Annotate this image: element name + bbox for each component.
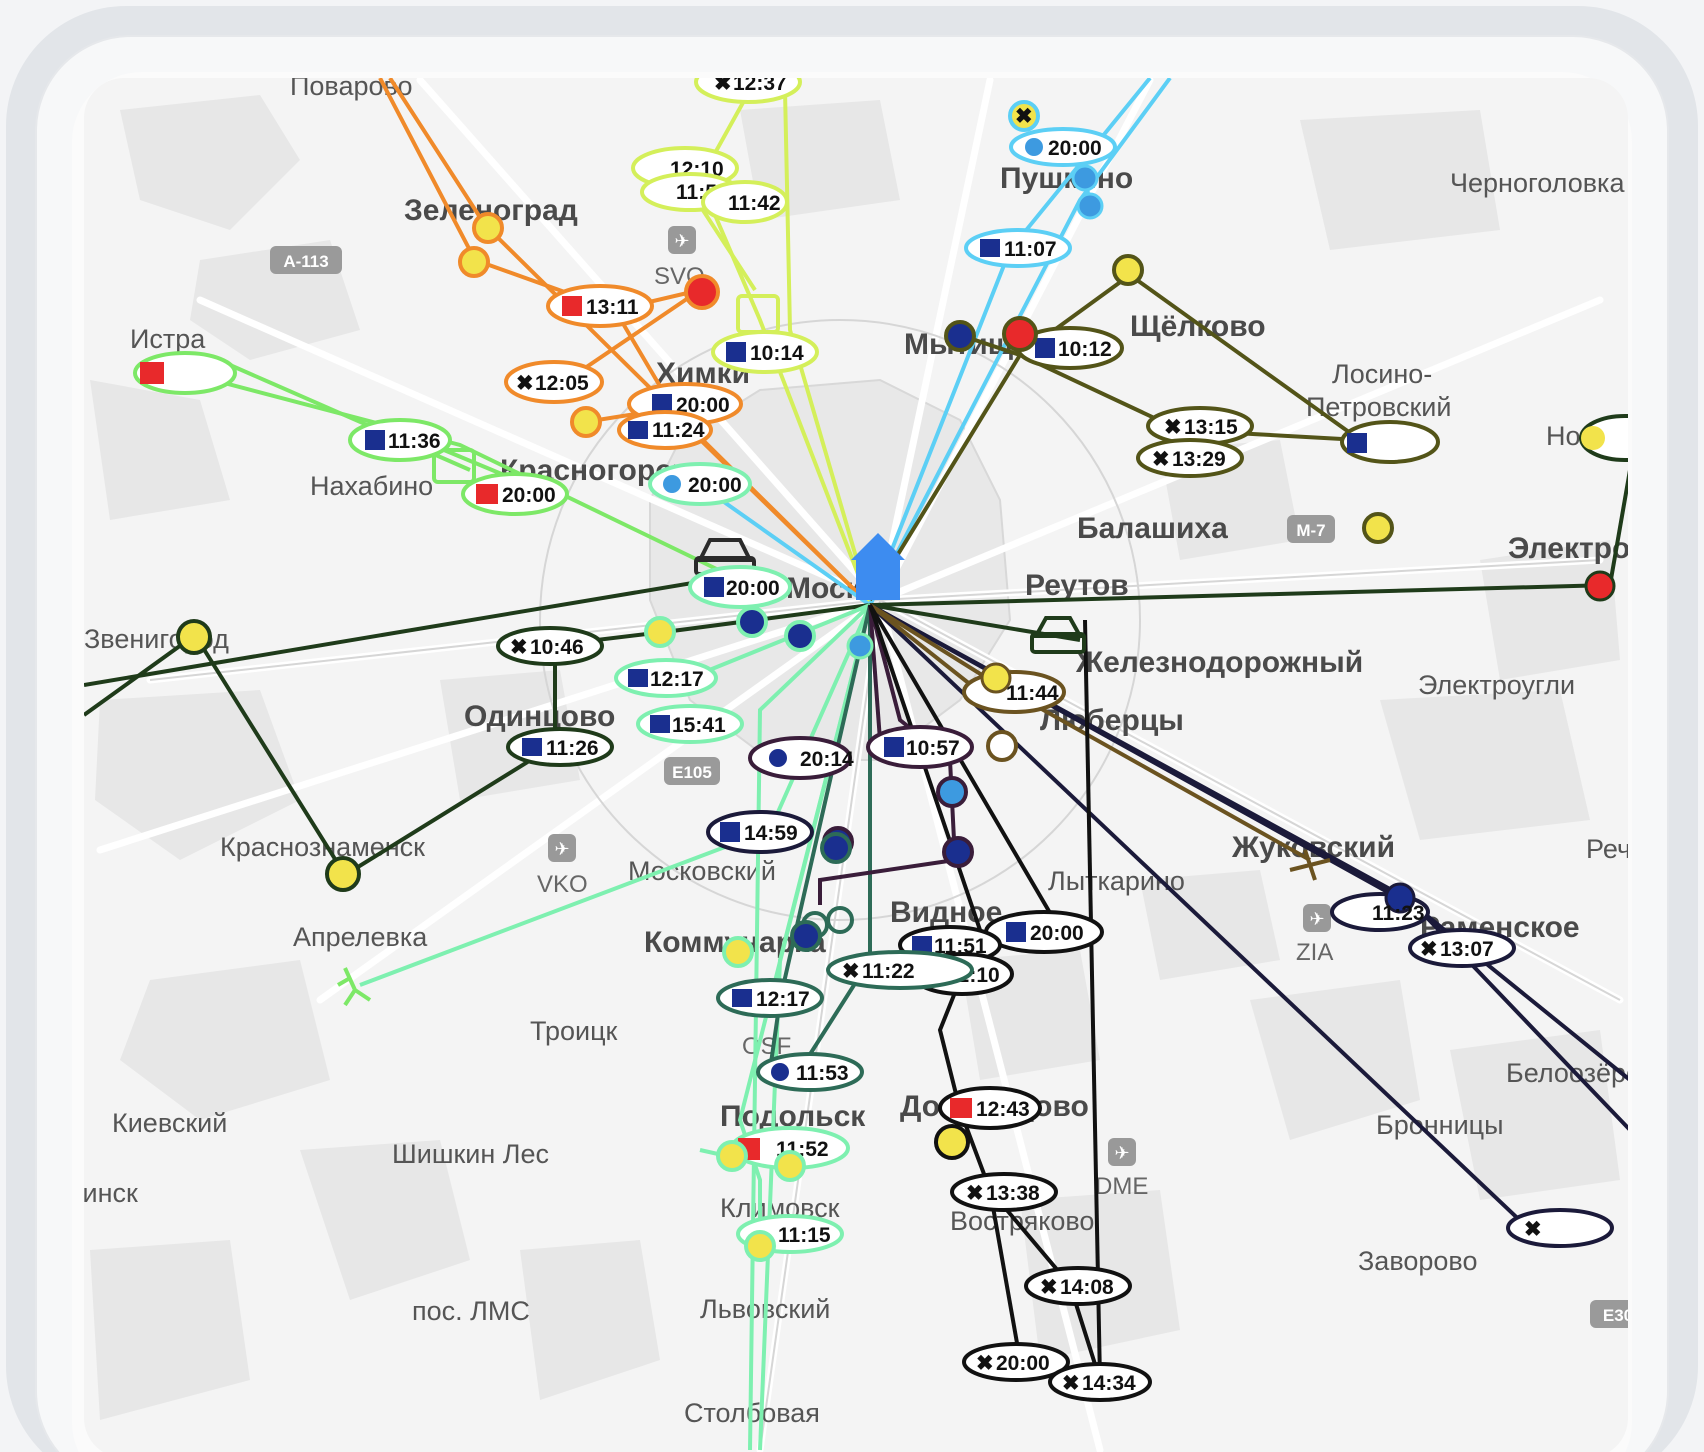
svg-text:✖: ✖ — [1420, 938, 1438, 961]
svg-text:А-113: А-113 — [283, 252, 328, 271]
svg-text:E30: E30 — [1603, 1306, 1633, 1325]
svg-text:Московский: Московский — [628, 856, 776, 886]
svg-text:✖: ✖ — [714, 72, 732, 95]
svg-text:11:42: 11:42 — [728, 192, 781, 215]
svg-text:✖: ✖ — [1015, 105, 1033, 128]
svg-text:11:22: 11:22 — [862, 960, 915, 983]
svg-text:Видное: Видное — [890, 896, 1002, 929]
svg-text:10:12: 10:12 — [1058, 338, 1112, 361]
svg-text:VKO: VKO — [537, 871, 588, 898]
svg-text:Речицы: Речицы — [1586, 834, 1681, 864]
svg-text:Нахабино: Нахабино — [310, 471, 433, 501]
svg-text:13:15: 13:15 — [1184, 416, 1238, 439]
svg-text:11:23: 11:23 — [1372, 902, 1425, 925]
svg-text:20:00: 20:00 — [502, 484, 556, 507]
svg-text:Истра: Истра — [130, 324, 206, 354]
svg-text:Электросталь: Электросталь — [1508, 532, 1704, 565]
svg-text:✈: ✈ — [1309, 909, 1324, 929]
svg-text:✖: ✖ — [1152, 448, 1170, 471]
svg-text:Электроугли: Электроугли — [1418, 670, 1575, 700]
svg-text:Белоозёрский: Белоозёрский — [1506, 1058, 1682, 1088]
svg-text:Шишкин Лес: Шишкин Лес — [392, 1139, 549, 1169]
svg-text:✈: ✈ — [1114, 1143, 1129, 1163]
svg-text:11:15: 11:15 — [778, 1224, 831, 1247]
svg-text:пос. ЛМС: пос. ЛМС — [412, 1296, 530, 1326]
svg-text:11:44: 11:44 — [1006, 682, 1059, 705]
svg-text:20:14: 20:14 — [800, 748, 854, 771]
svg-text:11:53: 11:53 — [796, 1062, 849, 1085]
route-map[interactable]: А-113 М-7 E105 E30 ✈ SVO ✈ VKO ✈ ZIA ✈ D… — [0, 0, 1704, 1452]
svg-text:✈: ✈ — [674, 231, 689, 251]
svg-text:Балашиха: Балашиха — [1077, 512, 1228, 545]
svg-text:20:00: 20:00 — [726, 577, 780, 600]
svg-text:20:00: 20:00 — [1048, 137, 1102, 160]
svg-text:10:46: 10:46 — [530, 636, 584, 659]
svg-text:Черноголовка: Черноголовка — [1450, 168, 1625, 198]
svg-text:✖: ✖ — [976, 1352, 994, 1375]
svg-text:✈: ✈ — [554, 839, 569, 859]
svg-text:13:38: 13:38 — [986, 1182, 1040, 1205]
svg-text:15:41: 15:41 — [672, 714, 726, 737]
svg-text:✖: ✖ — [1040, 1276, 1058, 1299]
svg-text:12:17: 12:17 — [650, 668, 704, 691]
svg-text:10:14: 10:14 — [750, 342, 804, 365]
svg-text:14:08: 14:08 — [1060, 1276, 1114, 1299]
svg-text:20:00: 20:00 — [1030, 922, 1084, 945]
svg-text:13:29: 13:29 — [1172, 448, 1226, 471]
svg-text:Троицк: Троицк — [530, 1016, 618, 1046]
svg-text:12:17: 12:17 — [756, 988, 810, 1011]
road-shield-a113: А-113 — [270, 246, 342, 274]
svg-text:Щёлково: Щёлково — [1130, 310, 1266, 343]
svg-text:E105: E105 — [672, 763, 712, 782]
svg-text:12:43: 12:43 — [976, 1098, 1030, 1121]
svg-text:Бронницы: Бронницы — [1376, 1110, 1504, 1140]
svg-text:ZIA: ZIA — [1296, 939, 1333, 966]
svg-text:11:26: 11:26 — [546, 737, 599, 760]
svg-text:Минск: Минск — [60, 1178, 138, 1208]
svg-text:11:07: 11:07 — [1004, 238, 1057, 261]
svg-text:✖: ✖ — [1062, 1372, 1080, 1395]
svg-text:Лосино-: Лосино- — [1332, 359, 1432, 389]
road-shield-m7: М-7 — [1287, 515, 1335, 543]
svg-text:11:24: 11:24 — [652, 419, 705, 442]
svg-text:Заворово: Заворово — [1358, 1246, 1477, 1276]
svg-text:✖: ✖ — [516, 372, 534, 395]
svg-text:✖: ✖ — [510, 636, 528, 659]
svg-text:Апрелевка: Апрелевка — [293, 922, 428, 952]
road-shield-e30: E30 — [1590, 1300, 1633, 1328]
svg-text:Одинцово: Одинцово — [464, 700, 615, 733]
svg-text:Лыткарино: Лыткарино — [1048, 866, 1185, 896]
svg-text:✖: ✖ — [966, 1182, 984, 1205]
svg-text:13:07: 13:07 — [1440, 938, 1494, 961]
svg-text:✖: ✖ — [1164, 416, 1182, 439]
svg-text:11:36: 11:36 — [388, 430, 441, 453]
svg-text:✖: ✖ — [1524, 1218, 1542, 1241]
svg-text:13:11: 13:11 — [586, 296, 639, 319]
svg-text:14:34: 14:34 — [1082, 1372, 1136, 1395]
svg-text:12:05: 12:05 — [535, 372, 589, 395]
road-shield-e105: E105 — [664, 757, 720, 785]
svg-text:Киевский: Киевский — [112, 1108, 227, 1138]
svg-text:10:57: 10:57 — [906, 737, 960, 760]
svg-text:Железнодорожный: Железнодорожный — [1075, 646, 1363, 679]
svg-text:М-7: М-7 — [1296, 521, 1325, 540]
svg-text:12:37: 12:37 — [733, 72, 787, 95]
svg-text:20:00: 20:00 — [996, 1352, 1050, 1375]
svg-text:✖: ✖ — [842, 960, 860, 983]
svg-text:20:00: 20:00 — [688, 474, 742, 497]
svg-text:DME: DME — [1095, 1173, 1148, 1200]
svg-text:14:59: 14:59 — [744, 822, 798, 845]
